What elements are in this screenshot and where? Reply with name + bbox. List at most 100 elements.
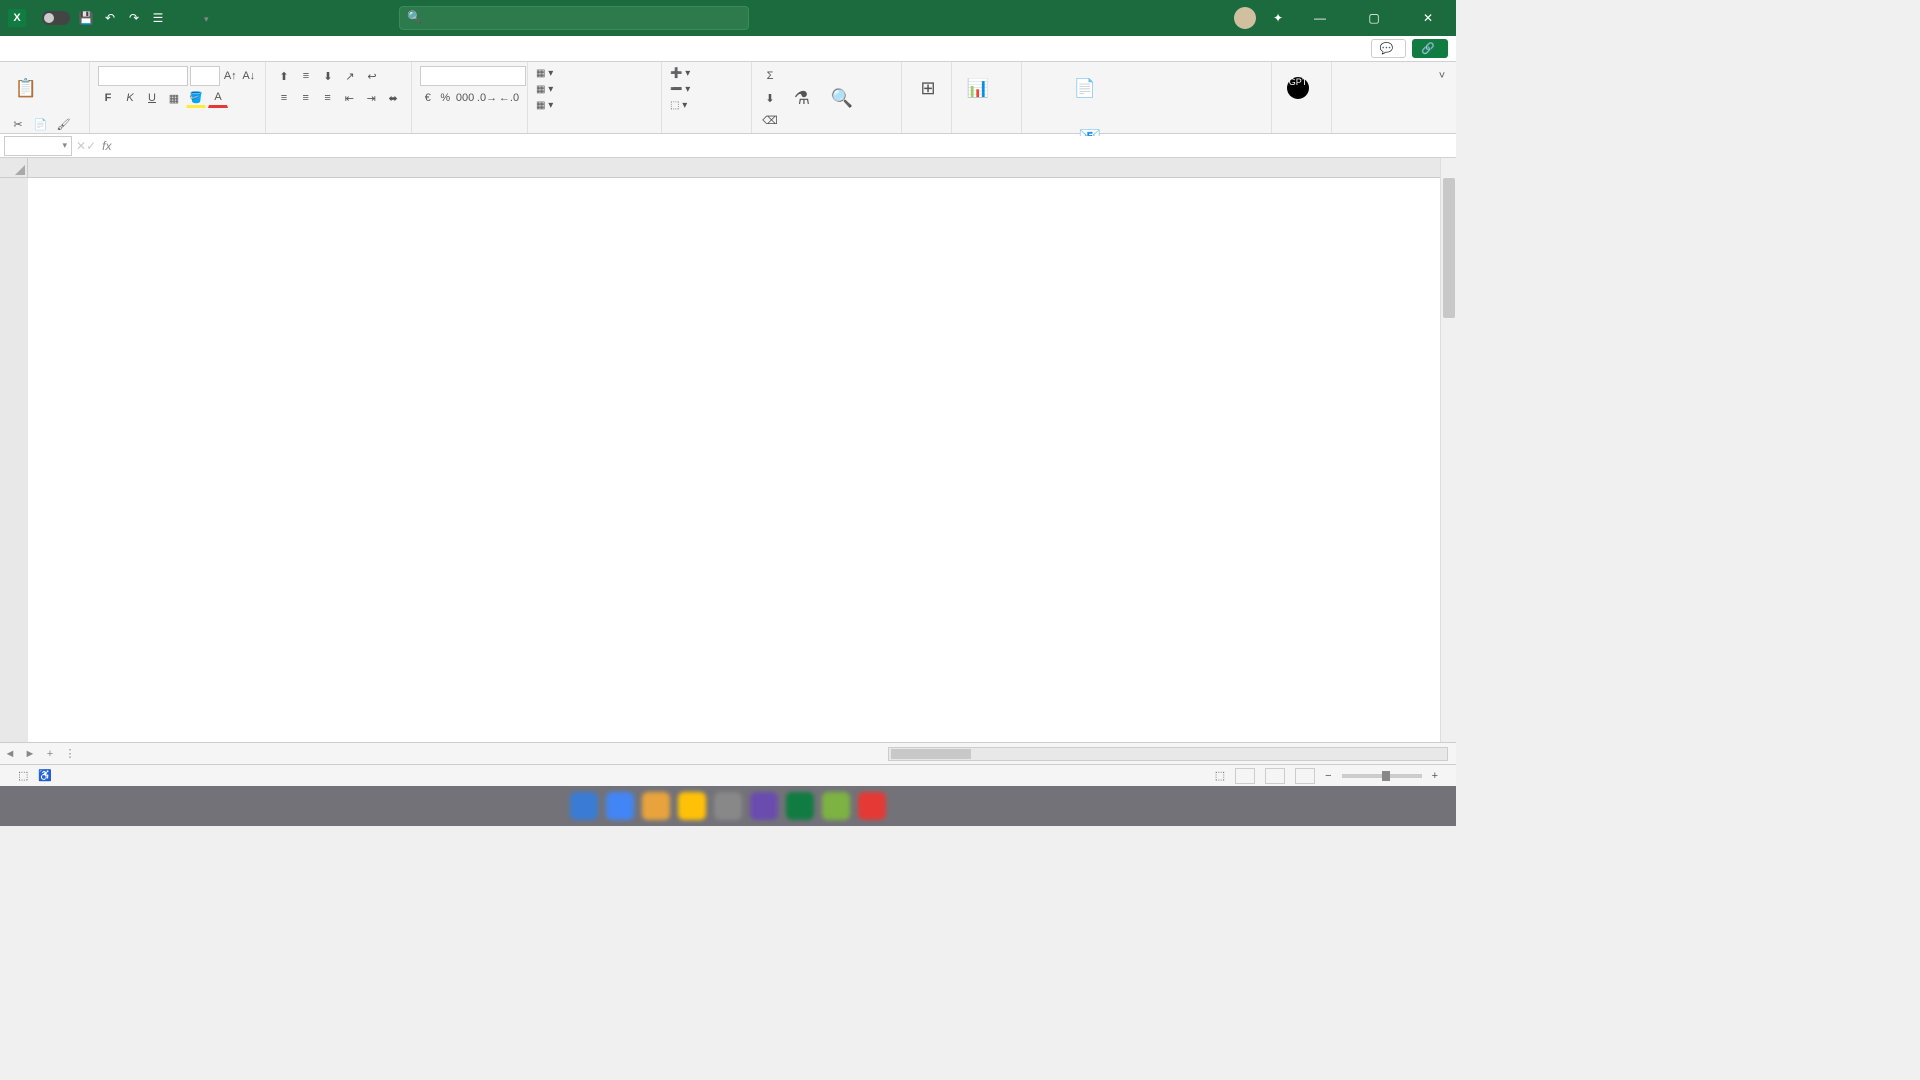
- enter-formula-icon[interactable]: ✓: [86, 139, 96, 153]
- page-layout-view-icon[interactable]: [1265, 768, 1285, 784]
- taskbar-icon[interactable]: [714, 792, 742, 820]
- autosum-icon[interactable]: Σ: [760, 66, 780, 86]
- hscroll-thumb[interactable]: [891, 749, 971, 759]
- save-icon[interactable]: 💾: [78, 10, 94, 26]
- pdf-share-links[interactable]: 📄: [1030, 66, 1140, 110]
- taskbar-icon[interactable]: [858, 792, 886, 820]
- indent-right-icon[interactable]: ⇥: [361, 88, 381, 108]
- font-size[interactable]: [190, 66, 220, 86]
- redo-icon[interactable]: ↷: [126, 10, 142, 26]
- page-break-view-icon[interactable]: [1295, 768, 1315, 784]
- minimize-button[interactable]: —: [1300, 4, 1340, 32]
- format-painter-icon[interactable]: 🖌: [54, 114, 74, 134]
- windows-taskbar[interactable]: [0, 786, 1456, 826]
- align-right-icon[interactable]: ≡: [318, 88, 338, 108]
- addins-button[interactable]: ⊞: [910, 66, 946, 110]
- clear-icon[interactable]: ⌫: [760, 110, 780, 130]
- select-all-button[interactable]: [0, 158, 28, 178]
- formula-input[interactable]: [117, 136, 1456, 156]
- cells-area[interactable]: [28, 178, 1440, 742]
- increase-font-icon[interactable]: A↑: [222, 66, 239, 86]
- scroll-thumb[interactable]: [1443, 178, 1455, 318]
- taskbar-icon[interactable]: [642, 792, 670, 820]
- avatar[interactable]: [1234, 7, 1256, 29]
- name-box[interactable]: [4, 136, 72, 156]
- insert-cells[interactable]: ➕ ▾: [670, 66, 743, 82]
- sort-filter[interactable]: ⚗: [784, 76, 820, 120]
- collapse-ribbon-icon[interactable]: ˅: [1432, 66, 1452, 86]
- delete-cells[interactable]: ➖ ▾: [670, 82, 743, 98]
- thousands-icon[interactable]: 000: [455, 88, 475, 108]
- autosave-toggle[interactable]: [42, 11, 70, 25]
- align-left-icon[interactable]: ≡: [274, 88, 294, 108]
- cut-icon[interactable]: ✂: [8, 114, 28, 134]
- dec-decimal-icon[interactable]: ←.0: [499, 88, 519, 108]
- display-settings[interactable]: ⬚: [1215, 769, 1225, 782]
- sheet-nav-prev[interactable]: ◄: [0, 748, 20, 760]
- maximize-button[interactable]: ▢: [1354, 4, 1394, 32]
- sheet-nav-next[interactable]: ►: [20, 748, 40, 760]
- fx-icon[interactable]: fx: [96, 139, 117, 153]
- normal-view-icon[interactable]: [1235, 768, 1255, 784]
- fill-icon[interactable]: ⬇: [760, 88, 780, 108]
- align-middle-icon[interactable]: ≡: [296, 66, 316, 86]
- underline-icon[interactable]: U: [142, 88, 162, 108]
- format-as-table[interactable]: ▦ ▾: [536, 82, 653, 98]
- comments-button[interactable]: 💬: [1371, 39, 1407, 58]
- zoom-in[interactable]: +: [1432, 770, 1438, 782]
- new-sheet[interactable]: +: [40, 748, 60, 760]
- border-icon[interactable]: ▦: [164, 88, 184, 108]
- undo-icon[interactable]: ↶: [102, 10, 118, 26]
- horizontal-scrollbar[interactable]: [888, 747, 1448, 761]
- decrease-font-icon[interactable]: A↓: [241, 66, 258, 86]
- sheet-tabs: ◄ ► + ⋮: [0, 742, 1456, 764]
- copy-icon[interactable]: 📄: [31, 114, 51, 134]
- vertical-scrollbar[interactable]: [1440, 158, 1456, 742]
- search-input[interactable]: [399, 6, 749, 30]
- wrap-text-icon[interactable]: ↩: [362, 66, 382, 86]
- zoom-slider[interactable]: [1342, 774, 1422, 778]
- align-center-icon[interactable]: ≡: [296, 88, 316, 108]
- align-bottom-icon[interactable]: ⬇: [318, 66, 338, 86]
- zoom-out[interactable]: −: [1325, 770, 1331, 782]
- number-format[interactable]: [420, 66, 526, 86]
- merge-icon[interactable]: ⬌: [383, 88, 403, 108]
- spreadsheet-grid[interactable]: [0, 158, 1456, 742]
- taskbar-icon[interactable]: [786, 792, 814, 820]
- inc-decimal-icon[interactable]: .0→: [477, 88, 497, 108]
- indent-left-icon[interactable]: ⇤: [339, 88, 359, 108]
- taskbar-icon[interactable]: [678, 792, 706, 820]
- italic-icon[interactable]: K: [120, 88, 140, 108]
- orientation-icon[interactable]: ↗: [340, 66, 360, 86]
- share-button[interactable]: 🔗: [1412, 39, 1448, 58]
- currency-icon[interactable]: €: [420, 88, 436, 108]
- taskbar-icon[interactable]: [606, 792, 634, 820]
- conditional-formatting[interactable]: ▦ ▾: [536, 66, 653, 82]
- formula-bar: ✕ ✓ fx: [0, 134, 1456, 158]
- search-box[interactable]: 🔍: [399, 6, 749, 30]
- taskbar-icon[interactable]: [822, 792, 850, 820]
- row-headers[interactable]: [0, 178, 28, 742]
- bold-icon[interactable]: F: [98, 88, 118, 108]
- column-headers[interactable]: [28, 158, 1440, 178]
- titlebar: X 💾 ↶ ↷ ☰ ▾ 🔍 ✦ — ▢ ✕: [0, 0, 1456, 36]
- font-color-icon[interactable]: A: [208, 88, 228, 108]
- cancel-formula-icon[interactable]: ✕: [76, 139, 86, 153]
- taskbar-icon[interactable]: [750, 792, 778, 820]
- align-top-icon[interactable]: ⬆: [274, 66, 294, 86]
- chatgpt-button[interactable]: GPT: [1280, 66, 1316, 110]
- find-select[interactable]: 🔍: [824, 76, 860, 120]
- cell-styles[interactable]: ▦ ▾: [536, 98, 653, 114]
- premium-icon[interactable]: ✦: [1270, 10, 1286, 26]
- touch-icon[interactable]: ☰: [150, 10, 166, 26]
- format-cells[interactable]: ⬚ ▾: [670, 98, 743, 114]
- font-name[interactable]: [98, 66, 188, 86]
- close-button[interactable]: ✕: [1408, 4, 1448, 32]
- percent-icon[interactable]: %: [438, 88, 454, 108]
- paste-button[interactable]: 📋: [8, 66, 44, 110]
- taskbar-icon[interactable]: [570, 792, 598, 820]
- statusbar: ⬚ ♿ ⬚ − +: [0, 764, 1456, 786]
- fill-color-icon[interactable]: 🪣: [186, 88, 206, 108]
- accessibility-status[interactable]: ♿: [38, 769, 52, 782]
- data-analysis[interactable]: 📊: [960, 66, 996, 110]
